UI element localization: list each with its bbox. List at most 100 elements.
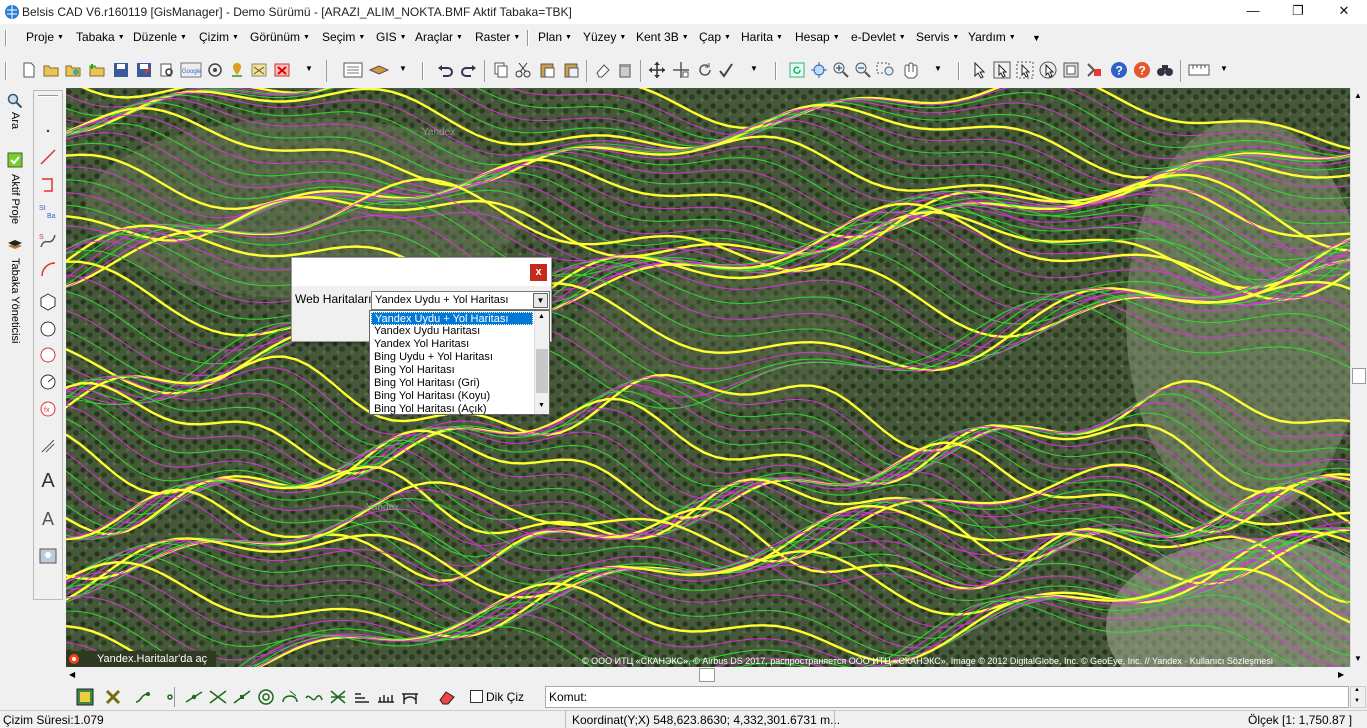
toolbar-grip[interactable] bbox=[422, 62, 424, 80]
zoom-extents-icon[interactable] bbox=[810, 61, 828, 79]
layers-icon[interactable] bbox=[368, 61, 390, 79]
zoom-in-icon[interactable] bbox=[832, 61, 850, 79]
menu-proje[interactable]: Proje ▼ bbox=[26, 30, 64, 44]
toolbar-grip[interactable] bbox=[958, 62, 960, 80]
binoculars-icon[interactable] bbox=[1156, 61, 1174, 79]
menu-yardim[interactable]: Yardım ▼ bbox=[968, 30, 1016, 44]
move-copy-icon[interactable] bbox=[672, 61, 690, 79]
panel-grip[interactable] bbox=[38, 95, 58, 97]
snap-ruler-icon[interactable] bbox=[376, 688, 396, 706]
horizontal-scrollbar[interactable]: ◀ ▶ bbox=[66, 667, 1350, 684]
snap-endpoint-icon[interactable] bbox=[134, 688, 152, 706]
menu-raster[interactable]: Raster ▼ bbox=[475, 30, 520, 44]
options-scrollbar[interactable]: ▲ ▼ bbox=[534, 311, 549, 414]
dialog-close-button[interactable]: x bbox=[530, 264, 547, 281]
scroll-thumb[interactable] bbox=[536, 349, 548, 393]
snap-tangent-icon[interactable] bbox=[280, 688, 300, 706]
maximize-button[interactable]: ❐ bbox=[1275, 0, 1321, 24]
menu-grip[interactable] bbox=[5, 30, 7, 46]
menu-edevlet[interactable]: e-Devlet ▼ bbox=[851, 30, 906, 44]
menu-gorunum[interactable]: Görünüm ▼ bbox=[250, 30, 310, 44]
menu-kent3b[interactable]: Kent 3B ▼ bbox=[636, 30, 689, 44]
layer-manager-tab[interactable]: Tabaka Yöneticisi bbox=[9, 258, 21, 343]
search-icon[interactable] bbox=[7, 93, 23, 109]
web-maps-options-list[interactable]: Yandex Uydu + Yol Haritası Yandex Uydu H… bbox=[369, 310, 550, 415]
option-bing-road-dark[interactable]: Bing Yol Haritası (Koyu) bbox=[371, 390, 533, 403]
hatch-tool-icon[interactable] bbox=[38, 436, 58, 456]
snap-midpoint-icon[interactable] bbox=[184, 688, 204, 706]
option-yandex-satellite[interactable]: Yandex Uydu Haritası bbox=[371, 325, 533, 338]
line-tool-icon[interactable] bbox=[38, 147, 58, 167]
text-edit-tool-icon[interactable]: A bbox=[38, 509, 58, 529]
snap-point-icon[interactable] bbox=[161, 688, 179, 706]
select-crossing-icon[interactable] bbox=[1016, 61, 1034, 79]
layers-icon[interactable] bbox=[7, 236, 23, 252]
polyline-tool-icon[interactable] bbox=[38, 175, 58, 195]
option-bing-satellite-road[interactable]: Bing Uydu + Yol Haritası bbox=[371, 351, 533, 364]
online-help-icon[interactable]: ? bbox=[1133, 61, 1151, 79]
option-yandex-satellite-road[interactable]: Yandex Uydu + Yol Haritası bbox=[371, 312, 533, 325]
print-preview-icon[interactable] bbox=[158, 61, 176, 79]
option-bing-road-gray[interactable]: Bing Yol Haritası (Gri) bbox=[371, 377, 533, 390]
copy-icon[interactable] bbox=[492, 61, 510, 79]
menu-araclar[interactable]: Araçlar ▼ bbox=[415, 30, 463, 44]
paste-special-icon[interactable] bbox=[562, 61, 580, 79]
map-canvas[interactable]: Yandex Yandex © ООО ИТЦ «СКАНЭКС», © Air… bbox=[66, 88, 1350, 667]
check-tool-icon[interactable] bbox=[718, 61, 740, 79]
select-arrow-icon[interactable] bbox=[970, 61, 988, 79]
save-icon[interactable] bbox=[112, 61, 130, 79]
toolbar-overflow-chevron-icon[interactable]: ▼ bbox=[399, 64, 407, 73]
trash-icon[interactable] bbox=[616, 61, 634, 79]
command-scrollbar[interactable]: ▲ ▼ bbox=[1350, 686, 1366, 708]
zoom-out-icon[interactable] bbox=[854, 61, 872, 79]
select-fence-icon[interactable] bbox=[1062, 61, 1080, 79]
eraser-red-icon[interactable] bbox=[438, 688, 456, 706]
eraser-icon[interactable] bbox=[594, 61, 612, 79]
menu-gis[interactable]: GIS ▼ bbox=[376, 30, 407, 44]
open-folder-icon[interactable] bbox=[42, 61, 60, 79]
open-folder-alt-icon[interactable] bbox=[64, 61, 82, 79]
new-file-icon[interactable] bbox=[20, 61, 38, 79]
snap-off-icon[interactable] bbox=[104, 688, 122, 706]
command-input[interactable]: Komut: bbox=[545, 686, 1349, 708]
scroll-down-icon[interactable]: ▼ bbox=[1354, 698, 1360, 704]
menu-harita[interactable]: Harita ▼ bbox=[741, 30, 783, 44]
help-icon[interactable]: ? bbox=[1110, 61, 1128, 79]
scroll-down-icon[interactable]: ▼ bbox=[1354, 654, 1362, 663]
menu-secim[interactable]: Seçim ▼ bbox=[322, 30, 365, 44]
active-project-tab[interactable]: Aktif Proje bbox=[9, 174, 21, 224]
circle-tool-icon[interactable] bbox=[38, 319, 58, 339]
text-tool-icon[interactable]: A bbox=[38, 471, 58, 491]
scroll-thumb[interactable] bbox=[699, 668, 715, 682]
menu-cizim[interactable]: Çizim ▼ bbox=[199, 30, 239, 44]
circle-radius-tool-icon[interactable] bbox=[38, 372, 58, 392]
snap-perpendicular-icon[interactable] bbox=[304, 688, 324, 706]
cut-icon[interactable] bbox=[514, 61, 532, 79]
menu-yuzey[interactable]: Yüzey ▼ bbox=[583, 30, 626, 44]
select-filter-icon[interactable] bbox=[1085, 61, 1103, 79]
delete-image-icon[interactable] bbox=[273, 61, 291, 79]
scroll-down-icon[interactable]: ▼ bbox=[538, 402, 545, 409]
hexagon-tool-icon[interactable] bbox=[38, 292, 58, 312]
close-window-button[interactable]: ✕ bbox=[1321, 0, 1367, 24]
circle-center-tool-icon[interactable] bbox=[38, 345, 58, 365]
menu-overflow-chevron-icon[interactable]: ▼ bbox=[1032, 33, 1041, 43]
scroll-up-icon[interactable]: ▲ bbox=[1354, 91, 1362, 100]
web-maps-select[interactable]: Yandex Uydu + Yol Haritası ▼ bbox=[371, 291, 550, 310]
menu-plan[interactable]: Plan ▼ bbox=[538, 30, 572, 44]
scroll-up-icon[interactable]: ▲ bbox=[1354, 687, 1360, 693]
snap-bridge-icon[interactable] bbox=[400, 688, 420, 706]
toolbar-overflow-chevron-icon[interactable]: ▼ bbox=[750, 64, 758, 73]
snap-text-icon[interactable] bbox=[352, 688, 372, 706]
snap-center-icon[interactable] bbox=[256, 688, 276, 706]
yandex-open-link[interactable]: Yandex.Haritalar'da aç bbox=[66, 651, 216, 667]
option-bing-road[interactable]: Bing Yol Haritası bbox=[371, 364, 533, 377]
toolbar-grip[interactable] bbox=[775, 62, 777, 80]
dropdown-arrow-icon[interactable]: ▼ bbox=[533, 293, 548, 308]
minimize-button[interactable]: — bbox=[1230, 0, 1276, 24]
gps-target-icon[interactable] bbox=[206, 61, 224, 79]
refresh-icon[interactable] bbox=[788, 61, 806, 79]
dik-ciz-checkbox[interactable] bbox=[470, 690, 483, 703]
google-maps-icon[interactable]: Google bbox=[180, 61, 202, 79]
toolbar-grip[interactable] bbox=[5, 62, 7, 80]
